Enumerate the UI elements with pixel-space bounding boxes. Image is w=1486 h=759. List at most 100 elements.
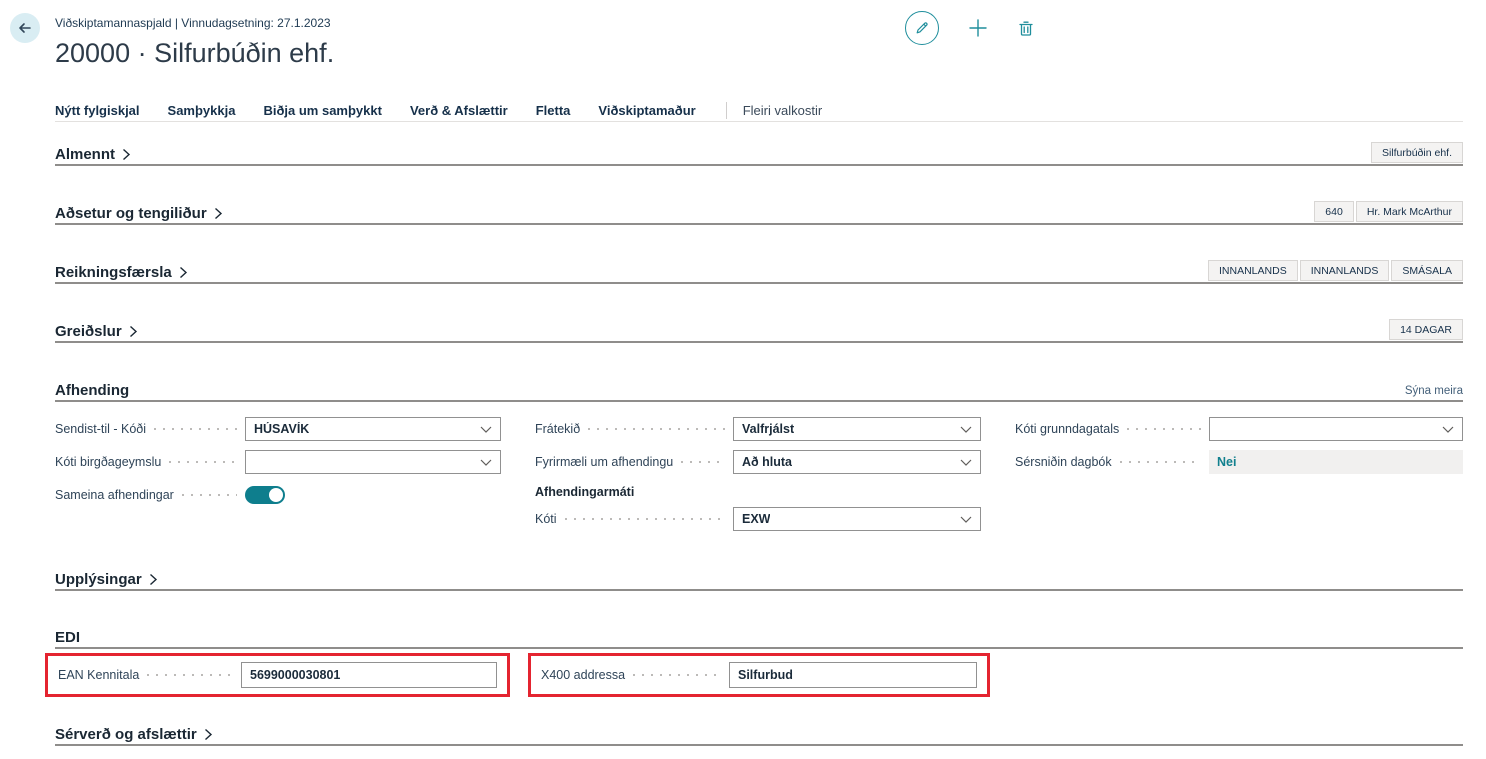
chevron-right-icon <box>203 728 213 741</box>
section-greidslur-header[interactable]: Greiðslur <box>55 323 138 340</box>
field-label: Sérsniðin dagbók <box>1015 455 1112 469</box>
section-edi: EDI <box>55 626 1463 649</box>
section-reikningsfaersla-badges: INNANLANDS INNANLANDS SMÁSALA <box>1206 260 1463 281</box>
pencil-icon <box>914 20 930 36</box>
section-serverd-header[interactable]: Sérverð og afslættir <box>55 726 213 743</box>
summary-badge: 640 <box>1314 201 1354 222</box>
field-label: Sameina afhendingar <box>55 488 174 502</box>
section-afhending-header[interactable]: Afhending <box>55 382 129 399</box>
afhendingarmati-group-label: Afhendingarmáti <box>535 483 981 501</box>
chevron-right-icon <box>178 266 188 279</box>
edit-button[interactable] <box>905 11 939 45</box>
section-divider <box>55 647 1463 649</box>
section-almennt: Almennt Silfurbúðin ehf. <box>55 143 1463 166</box>
chevron-right-icon <box>148 573 158 586</box>
dotted-leader <box>1120 461 1201 463</box>
new-button[interactable] <box>967 17 989 39</box>
section-reikningsfaersla-header[interactable]: Reikningsfærsla <box>55 264 188 281</box>
section-title: Almennt <box>55 146 115 163</box>
chevron-down-icon <box>480 426 492 433</box>
dotted-leader <box>681 461 725 463</box>
combobox-value: EXW <box>742 512 770 526</box>
afhending-column-3: Kóti grunndagatals Sérsniðin dagbók Nei <box>1015 417 1463 483</box>
section-title: Greiðslur <box>55 323 122 340</box>
sameina-afhendingar-toggle[interactable] <box>245 486 285 504</box>
combobox-value: HÚSAVÍK <box>254 422 309 436</box>
summary-badge: SMÁSALA <box>1391 260 1463 281</box>
field-koti: Kóti EXW <box>535 507 981 531</box>
section-divider <box>55 164 1463 166</box>
summary-badge: INNANLANDS <box>1300 260 1390 281</box>
chevron-down-icon <box>960 516 972 523</box>
field-label: EAN Kennitala <box>58 668 139 682</box>
delete-button[interactable] <box>1017 19 1035 37</box>
field-koti-birgdageymslu: Kóti birgðageymslu <box>55 450 501 474</box>
menu-separator <box>726 102 727 119</box>
action-menubar: Nýtt fylgiskjal Samþykkja Biðja um samþy… <box>55 99 822 121</box>
section-divider <box>55 400 1463 402</box>
section-adsetur: Aðsetur og tengiliður 640 Hr. Mark McArt… <box>55 202 1463 225</box>
fyrirmaeli-combobox[interactable]: Að hluta <box>733 450 981 474</box>
ean-kennitala-input[interactable] <box>241 662 497 688</box>
arrow-left-icon <box>17 20 33 36</box>
section-serverd: Sérverð og afslættir <box>55 723 1463 746</box>
section-title: Aðsetur og tengiliður <box>55 205 207 222</box>
koti-combobox[interactable]: EXW <box>733 507 981 531</box>
section-adsetur-header[interactable]: Aðsetur og tengiliður <box>55 205 223 222</box>
section-upplysingar: Upplýsingar <box>55 568 1463 591</box>
field-label: Sendist-til - Kóði <box>55 422 146 436</box>
chevron-down-icon <box>480 459 492 466</box>
section-upplysingar-header[interactable]: Upplýsingar <box>55 571 158 588</box>
koti-birgdageymslu-combobox[interactable] <box>245 450 501 474</box>
section-divider <box>55 589 1463 591</box>
field-sersnidin-dagbok: Sérsniðin dagbók Nei <box>1015 450 1463 474</box>
summary-badge: 14 DAGAR <box>1389 319 1463 340</box>
field-label: Frátekið <box>535 422 580 436</box>
section-edi-header[interactable]: EDI <box>55 629 80 646</box>
field-label: Kóti grunndagatals <box>1015 422 1119 436</box>
show-more-link[interactable]: Sýna meira <box>1405 385 1463 399</box>
menu-item-samthykkja[interactable]: Samþykkja <box>168 103 236 118</box>
sendist-til-kodi-combobox[interactable]: HÚSAVÍK <box>245 417 501 441</box>
section-almennt-header[interactable]: Almennt <box>55 146 131 163</box>
summary-badge: INNANLANDS <box>1208 260 1298 281</box>
section-title: Afhending <box>55 382 129 399</box>
combobox-value: Valfrjálst <box>742 422 794 436</box>
field-fyrirmaeli-um-afhendingu: Fyrirmæli um afhendingu Að hluta <box>535 450 981 474</box>
field-label: Fyrirmæli um afhendingu <box>535 455 673 469</box>
section-title: EDI <box>55 629 80 646</box>
section-greidslur-badges: 14 DAGAR <box>1387 319 1463 340</box>
menu-divider <box>55 121 1463 122</box>
section-adsetur-badges: 640 Hr. Mark McArthur <box>1312 201 1463 222</box>
section-reikningsfaersla: Reikningsfærsla INNANLANDS INNANLANDS SM… <box>55 261 1463 284</box>
menu-item-fletta[interactable]: Fletta <box>536 103 571 118</box>
menu-item-verd-afslaettir[interactable]: Verð & Afslættir <box>410 103 508 118</box>
page-title: 20000 · Silfurbúðin ehf. <box>55 38 334 69</box>
fratekid-combobox[interactable]: Valfrjálst <box>733 417 981 441</box>
dotted-leader <box>147 674 233 676</box>
field-label: Kóti birgðageymslu <box>55 455 161 469</box>
plus-icon <box>967 17 989 39</box>
sersnidin-dagbok-readonly-field: Nei <box>1209 450 1463 474</box>
field-sendist-til-kodi: Sendist-til - Kóði HÚSAVÍK <box>55 417 501 441</box>
menu-item-vidskiptamadur[interactable]: Viðskiptamaður <box>598 103 695 118</box>
x400-addressa-input[interactable] <box>729 662 977 688</box>
chevron-down-icon <box>960 459 972 466</box>
back-button[interactable] <box>10 13 40 43</box>
summary-badge: Hr. Mark McArthur <box>1356 201 1463 222</box>
dotted-leader <box>588 428 725 430</box>
toggle-knob <box>269 488 283 502</box>
dotted-leader <box>565 518 725 520</box>
chevron-right-icon <box>128 325 138 338</box>
koti-grunndagatals-combobox[interactable] <box>1209 417 1463 441</box>
menu-item-bidja-um-samthykkt[interactable]: Biðja um samþykkt <box>263 103 382 118</box>
dotted-leader <box>182 494 237 496</box>
chevron-down-icon <box>1442 426 1454 433</box>
section-almennt-badges: Silfurbúðin ehf. <box>1369 142 1463 163</box>
menu-item-fleiri-valkostir[interactable]: Fleiri valkostir <box>743 103 822 118</box>
section-title: Upplýsingar <box>55 571 142 588</box>
afhending-column-2: Frátekið Valfrjálst Fyrirmæli um afhendi… <box>535 417 981 540</box>
field-koti-grunndagatals: Kóti grunndagatals <box>1015 417 1463 441</box>
menu-item-nytt-fylgiskjal[interactable]: Nýtt fylgiskjal <box>55 103 140 118</box>
record-actions <box>905 11 1035 45</box>
